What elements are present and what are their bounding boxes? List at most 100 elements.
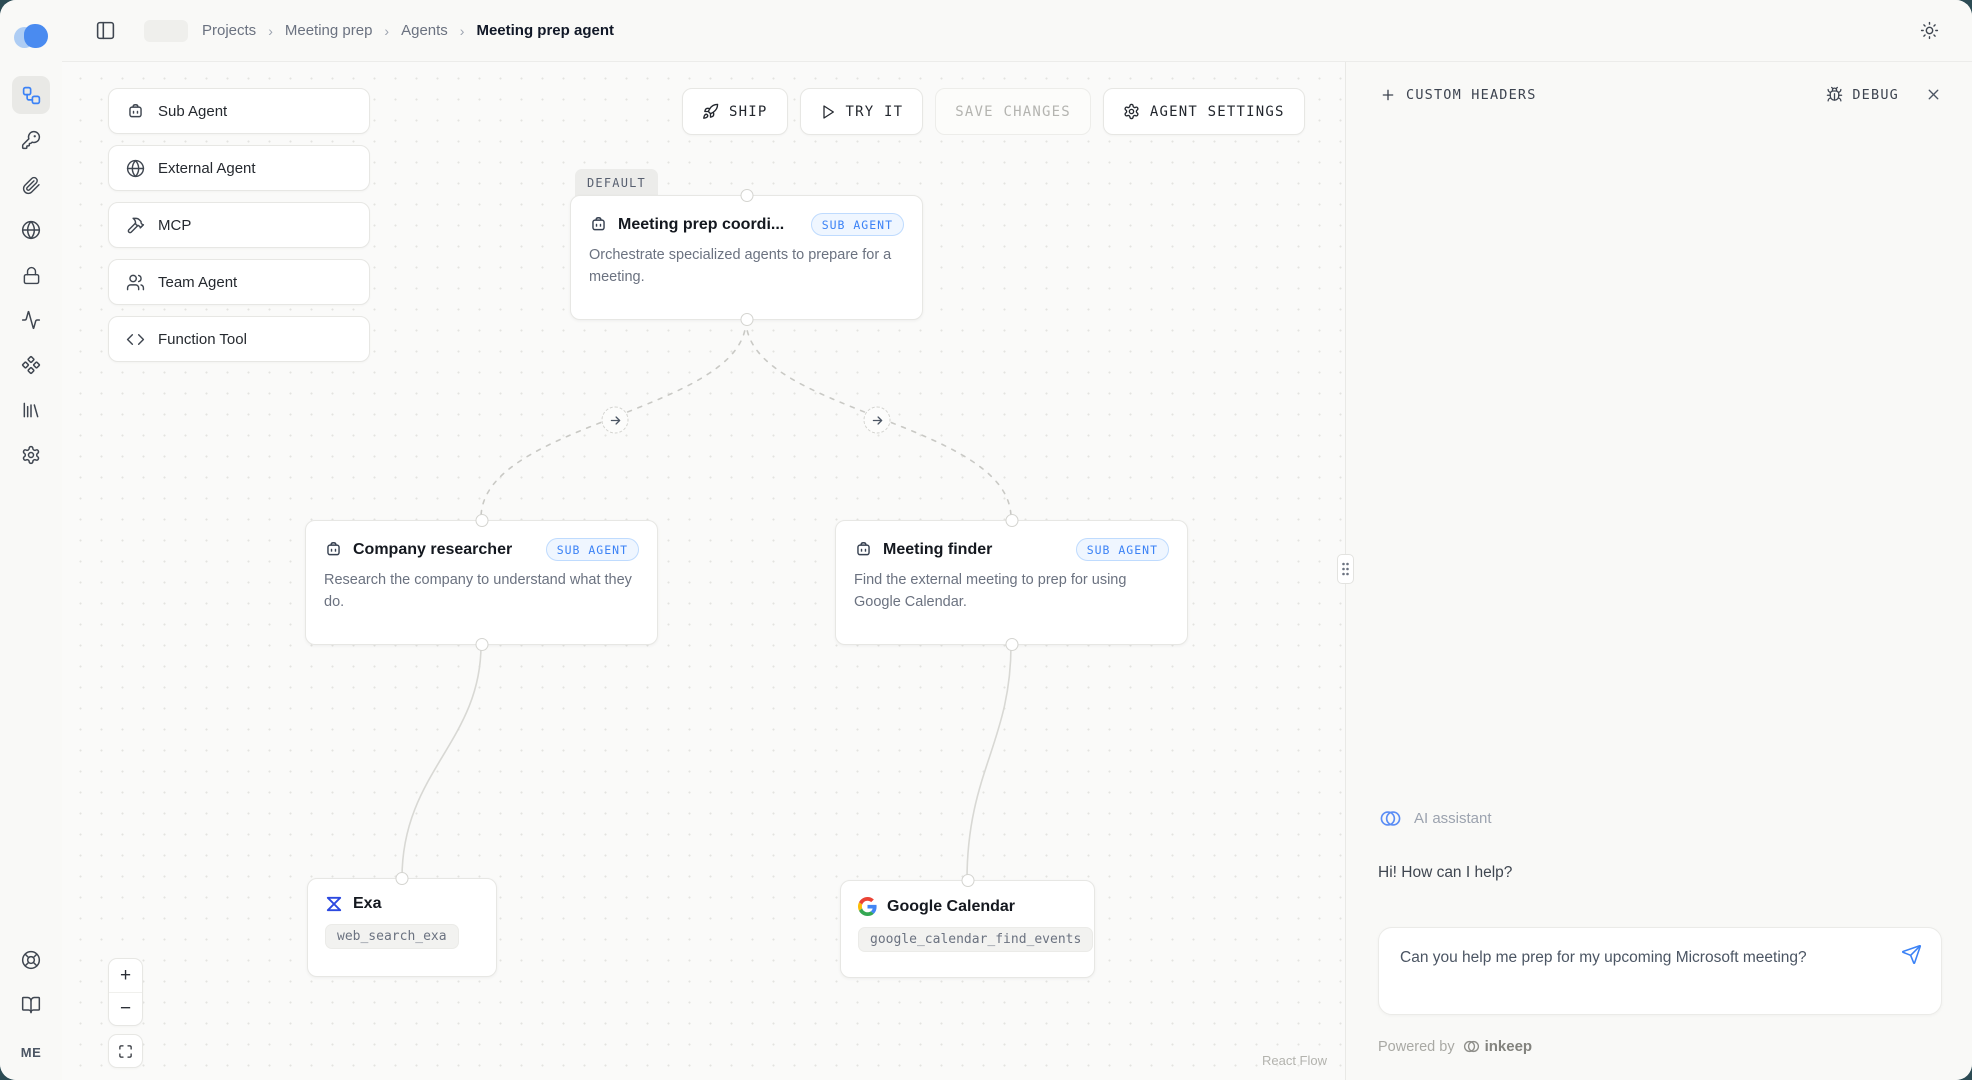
- palette-item-team-agent[interactable]: Team Agent: [108, 259, 370, 305]
- node-handle[interactable]: [740, 313, 753, 326]
- save-changes-button[interactable]: SAVE CHANGES: [935, 88, 1091, 135]
- globe-icon: [21, 220, 41, 240]
- rail-item-credentials[interactable]: [12, 166, 50, 204]
- close-icon: [1925, 86, 1942, 103]
- maximize-icon: [118, 1044, 133, 1059]
- palette-item-label: Function Tool: [158, 331, 247, 348]
- rail-item-components[interactable]: [12, 346, 50, 384]
- node-handle[interactable]: [1005, 638, 1018, 651]
- key-icon: [21, 130, 41, 150]
- flow-canvas[interactable]: Sub Agent External Agent MCP Team Agent …: [62, 62, 1345, 1080]
- chat-input[interactable]: Can you help me prep for my upcoming Mic…: [1378, 927, 1942, 1015]
- workflow-icon: [21, 85, 42, 106]
- node-title: Meeting finder: [883, 541, 992, 559]
- ship-button[interactable]: SHIP: [682, 88, 788, 135]
- close-panel-button[interactable]: [1925, 86, 1942, 103]
- node-company-researcher[interactable]: Company researcher SUB AGENT Research th…: [305, 520, 658, 645]
- custom-headers-button[interactable]: CUSTOM HEADERS: [1380, 87, 1537, 103]
- theme-toggle-button[interactable]: [1912, 14, 1946, 48]
- globe-icon: [126, 159, 145, 178]
- rail-item-api-keys[interactable]: [12, 121, 50, 159]
- gear-icon: [21, 445, 41, 465]
- book-open-icon: [21, 995, 41, 1015]
- palette-item-label: Sub Agent: [158, 103, 227, 120]
- top-bar: Projects › Meeting prep › Agents › Meeti…: [62, 0, 1972, 62]
- breadcrumb: Projects › Meeting prep › Agents › Meeti…: [202, 22, 614, 39]
- breadcrumb-separator: ›: [460, 23, 465, 39]
- node-handle[interactable]: [1005, 514, 1018, 527]
- rail-item-activity[interactable]: [12, 301, 50, 339]
- palette-item-label: External Agent: [158, 160, 256, 177]
- powered-by-label: Powered by: [1378, 1039, 1455, 1055]
- breadcrumb-item-agents[interactable]: Agents: [401, 22, 448, 39]
- rail-item-security[interactable]: [12, 256, 50, 294]
- rail-item-library[interactable]: [12, 391, 50, 429]
- palette-item-mcp[interactable]: MCP: [108, 202, 370, 248]
- node-title: Google Calendar: [887, 898, 1015, 916]
- rail-item-external[interactable]: [12, 211, 50, 249]
- try-it-panel: CUSTOM HEADERS DEBUG AI assistant Hi! Ho…: [1345, 62, 1972, 1080]
- node-google-calendar-tool[interactable]: Google Calendar google_calendar_find_eve…: [840, 880, 1095, 978]
- assistant-header: AI assistant: [1378, 806, 1942, 831]
- rail-item-graph[interactable]: [12, 76, 50, 114]
- node-handle[interactable]: [961, 874, 974, 887]
- react-flow-attribution[interactable]: React Flow: [1262, 1053, 1327, 1068]
- zoom-out-button[interactable]: −: [109, 992, 142, 1025]
- bot-icon: [589, 215, 608, 234]
- debug-label: DEBUG: [1852, 87, 1899, 103]
- org-placeholder: [144, 20, 188, 42]
- gear-icon: [1123, 103, 1140, 120]
- node-title: Company researcher: [353, 541, 512, 559]
- rail-item-help[interactable]: [12, 941, 50, 979]
- panel-left-icon: [95, 20, 116, 41]
- node-description: Research the company to understand what …: [324, 570, 639, 614]
- palette-item-sub-agent[interactable]: Sub Agent: [108, 88, 370, 134]
- chat-input-value: Can you help me prep for my upcoming Mic…: [1400, 945, 1850, 971]
- node-exa-tool[interactable]: Exa web_search_exa: [307, 878, 497, 977]
- rail-item-settings[interactable]: [12, 436, 50, 474]
- inkeep-logo-icon: [1462, 1037, 1481, 1056]
- send-button[interactable]: [1901, 944, 1922, 965]
- hammer-icon: [126, 216, 145, 235]
- node-coordinator[interactable]: Meeting prep coordi... SUB AGENT Orchest…: [570, 195, 923, 320]
- palette-item-function-tool[interactable]: Function Tool: [108, 316, 370, 362]
- assistant-label: AI assistant: [1414, 810, 1492, 827]
- inkeep-assistant-icon: [1378, 806, 1403, 831]
- agent-settings-button[interactable]: AGENT SETTINGS: [1103, 88, 1305, 135]
- icon-rail: ME: [0, 0, 62, 1080]
- breadcrumb-separator: ›: [268, 23, 273, 39]
- palette-item-label: Team Agent: [158, 274, 237, 291]
- node-handle[interactable]: [475, 638, 488, 651]
- rocket-icon: [702, 103, 719, 120]
- sidebar-toggle-button[interactable]: [88, 14, 122, 48]
- zoom-controls: + −: [108, 958, 143, 1026]
- paperclip-icon: [22, 176, 41, 195]
- breadcrumb-item-project[interactable]: Meeting prep: [285, 22, 373, 39]
- powered-by[interactable]: Powered by inkeep: [1378, 1037, 1942, 1056]
- node-handle[interactable]: [740, 189, 753, 202]
- default-agent-tag: DEFAULT: [575, 169, 658, 196]
- canvas-toolbar: SHIP TRY IT SAVE CHANGES AGENT SETTINGS: [682, 88, 1305, 135]
- grip-icon: [1341, 561, 1350, 577]
- node-title: Exa: [353, 895, 381, 913]
- bug-icon: [1826, 86, 1843, 103]
- sub-agent-badge: SUB AGENT: [546, 538, 639, 561]
- panel-resize-handle[interactable]: [1337, 554, 1354, 584]
- bot-icon: [854, 540, 873, 559]
- breadcrumb-item-projects[interactable]: Projects: [202, 22, 256, 39]
- plus-icon: [1380, 87, 1396, 103]
- fit-view-button[interactable]: [108, 1034, 143, 1068]
- send-icon: [1901, 944, 1922, 965]
- try-it-button[interactable]: TRY IT: [800, 88, 924, 135]
- node-handle[interactable]: [396, 872, 409, 885]
- node-meeting-finder[interactable]: Meeting finder SUB AGENT Find the extern…: [835, 520, 1188, 645]
- node-palette: Sub Agent External Agent MCP Team Agent …: [108, 88, 370, 362]
- user-avatar[interactable]: ME: [21, 1045, 42, 1060]
- rail-item-docs[interactable]: [12, 986, 50, 1024]
- edge-arrow-marker: [602, 407, 629, 434]
- zoom-in-button[interactable]: +: [109, 959, 142, 992]
- debug-button[interactable]: DEBUG: [1826, 86, 1899, 103]
- palette-item-external-agent[interactable]: External Agent: [108, 145, 370, 191]
- node-handle[interactable]: [475, 514, 488, 527]
- ship-label: SHIP: [729, 104, 768, 120]
